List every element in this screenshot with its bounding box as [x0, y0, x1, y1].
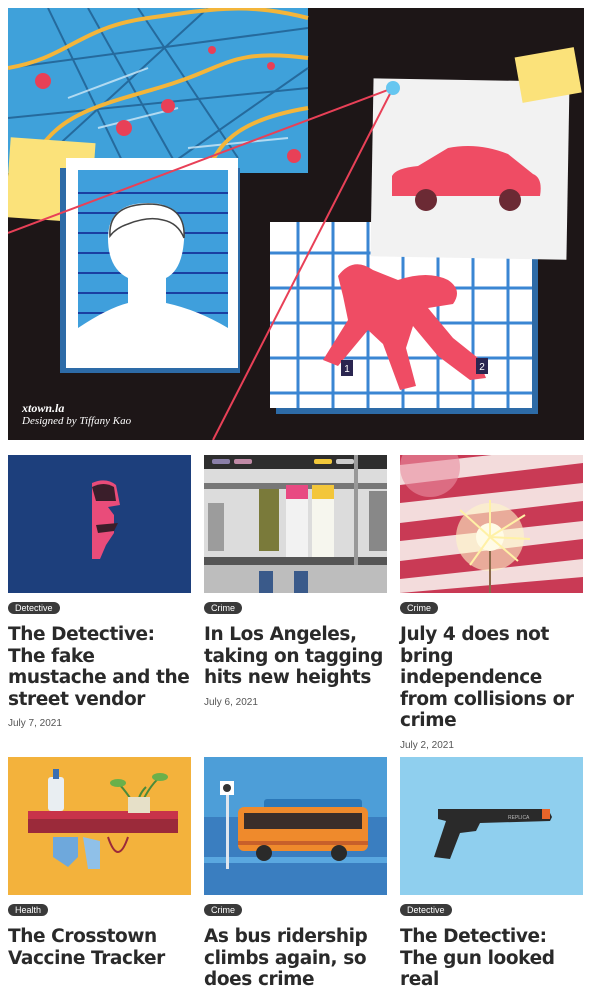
article-date: July 6, 2021 [204, 696, 258, 708]
article-thumbnail[interactable] [8, 757, 191, 895]
article-thumbnail[interactable]: REPLICA [400, 757, 583, 895]
article-card[interactable]: Crime In Los Angeles, taking on tagging … [204, 455, 388, 708]
bus-image [204, 757, 387, 895]
designer-credit: Designed by Tiffany Kao [22, 415, 132, 427]
brand-label: xtown.la [22, 401, 65, 415]
article-card[interactable]: REPLICA Detective The Detective: The gun… [400, 757, 584, 999]
article-thumbnail[interactable] [8, 455, 191, 593]
crime-scene-illustration: 1 2 [8, 8, 582, 440]
sparkler-flag-image [400, 455, 583, 593]
category-tag[interactable]: Crime [204, 904, 242, 916]
article-date: July 7, 2021 [8, 718, 62, 729]
marker-2: 2 [479, 362, 485, 373]
category-tag[interactable]: Detective [8, 602, 60, 614]
article-headline[interactable]: In Los Angeles, taking on tagging hits n… [204, 624, 388, 689]
category-tag[interactable]: Crime [400, 602, 438, 614]
detective-face-image [8, 455, 191, 593]
article-headline[interactable]: As bus ridership climbs again, so does c… [204, 926, 388, 991]
category-tag[interactable]: Crime [204, 602, 242, 614]
gun-label: REPLICA [508, 815, 530, 821]
article-headline[interactable]: July 4 does not bring independence from … [400, 624, 584, 732]
hero-illustration[interactable]: 1 2 xtown.la Designed by Tiffany Kao [8, 8, 584, 440]
article-thumbnail[interactable] [204, 757, 387, 895]
category-tag[interactable]: Health [8, 904, 49, 916]
article-card[interactable]: Crime As bus ridership climbs again, so … [204, 757, 388, 999]
article-card[interactable]: Health The Crosstown Vaccine Tracker [8, 757, 192, 977]
replica-gun-image: REPLICA [400, 757, 583, 895]
category-tag[interactable]: Detective [400, 904, 452, 916]
article-card[interactable]: Detective The Detective: The fake mustac… [8, 455, 192, 729]
vaccine-shelf-image [8, 757, 191, 895]
article-headline[interactable]: The Detective: The fake mustache and the… [8, 624, 192, 710]
article-headline[interactable]: The Crosstown Vaccine Tracker [8, 926, 192, 969]
illustration-credit: xtown.la Designed by Tiffany Kao [22, 402, 131, 428]
article-thumbnail[interactable] [204, 455, 387, 593]
spray-cans-image [204, 455, 387, 593]
article-thumbnail[interactable] [400, 455, 583, 593]
article-date: July 2, 2021 [400, 739, 454, 751]
article-card[interactable]: Crime July 4 does not bring independence… [400, 455, 584, 751]
article-headline[interactable]: The Detective: The gun looked real [400, 926, 584, 991]
marker-1: 1 [344, 364, 350, 375]
